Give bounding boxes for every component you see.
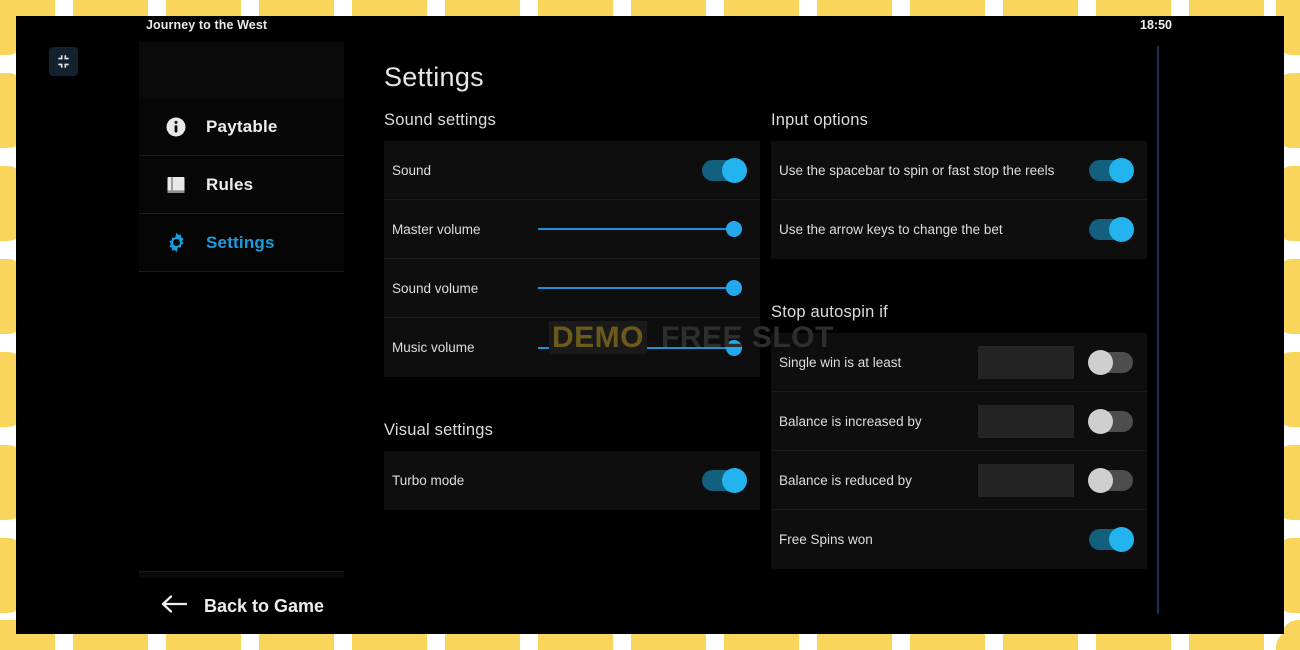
compress-icon[interactable] — [49, 47, 78, 76]
row-label: Sound — [392, 162, 432, 178]
sidebar-item-rules[interactable]: Rules — [139, 156, 344, 214]
sound-toggle[interactable] — [702, 157, 747, 183]
sidebar-item-label: Settings — [206, 232, 275, 252]
row-label: Turbo mode — [392, 473, 465, 488]
gear-icon — [163, 230, 189, 256]
row-sound: Sound — [384, 141, 760, 200]
row-label: Balance is increased by — [779, 413, 922, 429]
book-glyph — [167, 176, 185, 193]
toggle-knob — [722, 157, 747, 183]
row-label: Music volume — [392, 340, 475, 355]
slider-thumb[interactable] — [726, 280, 742, 296]
row-spacebar-spin: Use the spacebar to spin or fast stop th… — [771, 141, 1147, 200]
row-free-spins-won: Free Spins won — [771, 510, 1147, 569]
slider-fill — [538, 346, 734, 349]
stop-autospin-group: Single win is at least Balance is increa… — [771, 333, 1147, 569]
game-title: Journey to the West — [146, 18, 268, 32]
settings-column-right: Input options Use the spacebar to spin o… — [771, 111, 1147, 569]
input-options-group: Use the spacebar to spin or fast stop th… — [771, 141, 1147, 259]
toggle-knob — [722, 468, 747, 493]
free-spins-won-toggle[interactable] — [1089, 527, 1134, 552]
row-single-win: Single win is at least — [771, 333, 1147, 392]
toggle-knob — [1088, 408, 1113, 434]
slider-thumb[interactable] — [726, 221, 742, 237]
single-win-input[interactable] — [978, 345, 1074, 379]
master-volume-slider[interactable] — [538, 219, 742, 239]
music-volume-slider[interactable] — [538, 338, 742, 358]
row-label: Use the spacebar to spin or fast stop th… — [779, 162, 1055, 178]
turbo-mode-toggle[interactable] — [702, 468, 747, 493]
row-music-volume: Music volume — [384, 318, 760, 377]
book-icon — [163, 172, 189, 198]
row-balance-reduced: Balance is reduced by — [771, 451, 1147, 510]
settings-panel: Settings Sound settings Sound Master vol… — [344, 42, 1158, 634]
balance-increased-toggle[interactable] — [1088, 408, 1133, 434]
slider-fill — [538, 228, 734, 230]
section-title-input: Input options — [771, 111, 869, 129]
panel-scrollbar[interactable] — [1157, 46, 1159, 614]
decorative-frame: Journey to the West 18:50 Paytable Rules… — [0, 0, 1300, 650]
toggle-knob — [1088, 349, 1113, 375]
single-win-toggle[interactable] — [1088, 349, 1133, 375]
row-label: Master volume — [392, 221, 481, 237]
sidebar-item-paytable[interactable]: Paytable — [139, 98, 344, 156]
sound-volume-slider[interactable] — [538, 278, 742, 298]
balance-increased-input[interactable] — [978, 404, 1074, 438]
sidebar-item-label: Rules — [206, 174, 254, 194]
arrow-left-icon — [161, 594, 188, 619]
row-sound-volume: Sound volume — [384, 259, 760, 318]
sidebar-item-settings[interactable]: Settings — [139, 214, 344, 272]
row-label: Free Spins won — [779, 532, 873, 547]
spacebar-spin-toggle[interactable] — [1089, 157, 1134, 183]
balance-reduced-toggle[interactable] — [1088, 467, 1133, 493]
row-label: Sound volume — [392, 280, 479, 296]
row-turbo-mode: Turbo mode — [384, 451, 760, 510]
row-label: Single win is at least — [779, 354, 902, 370]
row-label: Use the arrow keys to change the bet — [779, 222, 1003, 237]
top-bar: Journey to the West 18:50 — [16, 16, 1284, 42]
toggle-knob — [1088, 467, 1113, 493]
section-title-visual: Visual settings — [384, 421, 494, 439]
page-title: Settings — [384, 62, 484, 92]
slider-fill — [538, 287, 734, 289]
game-window: Journey to the West 18:50 Paytable Rules… — [16, 16, 1284, 634]
toggle-knob — [1109, 217, 1134, 242]
settings-column-left: Sound settings Sound Master volume Sound… — [384, 111, 760, 510]
sound-settings-group: Sound Master volume Sound volume Music v… — [384, 141, 760, 377]
section-title-sound: Sound settings — [384, 111, 496, 129]
arrow-left-glyph — [161, 594, 188, 613]
row-master-volume: Master volume — [384, 200, 760, 259]
compress-glyph — [58, 55, 69, 68]
info-icon — [163, 114, 189, 140]
gear-glyph — [168, 232, 184, 253]
back-to-game-button[interactable]: Back to Game — [139, 578, 344, 634]
sidebar: Paytable Rules Settings Back to Game — [139, 42, 344, 634]
slider-thumb[interactable] — [726, 339, 742, 356]
row-balance-increased: Balance is increased by — [771, 392, 1147, 451]
balance-reduced-input[interactable] — [978, 463, 1074, 497]
sidebar-item-label: Paytable — [206, 116, 278, 136]
row-label: Balance is reduced by — [779, 472, 912, 488]
section-title-autospin: Stop autospin if — [771, 303, 888, 321]
toggle-knob — [1109, 157, 1134, 183]
row-arrow-keys-bet: Use the arrow keys to change the bet — [771, 200, 1147, 259]
arrow-keys-bet-toggle[interactable] — [1089, 217, 1134, 242]
toggle-knob — [1109, 527, 1134, 552]
visual-settings-group: Turbo mode — [384, 451, 760, 510]
clock-label: 18:50 — [1140, 18, 1172, 32]
back-to-game-label: Back to Game — [204, 595, 325, 616]
info-glyph — [166, 117, 186, 136]
sidebar-filler — [139, 272, 344, 572]
